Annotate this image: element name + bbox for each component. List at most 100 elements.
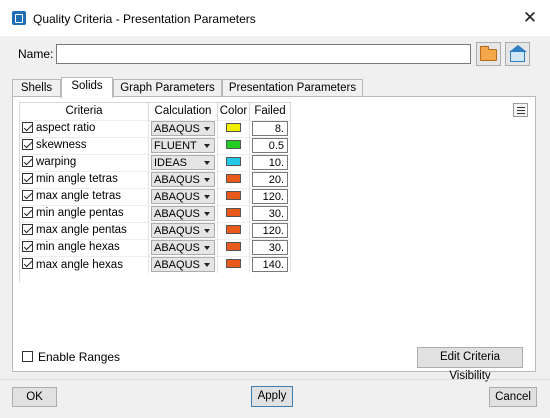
calculation-select[interactable]: ABAQUS [151,223,215,238]
calculation-value: ABAQUS [154,225,200,237]
calculation-select[interactable]: ABAQUS [151,189,215,204]
calculation-cell: ABAQUS [148,221,218,239]
title-bar: Quality Criteria - Presentation Paramete… [0,0,550,36]
criteria-table: Criteria Calculation Color Failed aspect… [20,103,291,273]
col-header-color: Color [217,103,250,120]
save-icon-body [510,51,525,62]
col-header-calculation: Calculation [148,103,218,120]
table-row: max angle hexas ABAQUS 140. [20,255,291,273]
criteria-checkbox[interactable] [22,155,33,167]
color-swatch[interactable] [226,173,241,183]
criteria-checkbox[interactable] [22,138,33,150]
color-swatch[interactable] [226,139,241,149]
calculation-select[interactable]: FLUENT [151,138,215,153]
color-swatch[interactable] [226,122,241,132]
criteria-checkbox[interactable] [22,240,33,252]
criteria-cell: max angle tetras [20,187,149,205]
calculation-select[interactable]: ABAQUS [151,206,215,221]
table-row: skewness FLUENT 0.5 [20,136,291,154]
chevron-down-icon [204,144,210,148]
enable-ranges-label: Enable Ranges [38,350,121,364]
chevron-down-icon [204,178,210,182]
failed-input[interactable]: 120. [252,223,288,238]
color-swatch[interactable] [226,190,241,200]
ok-button[interactable]: OK [12,387,57,407]
calculation-cell: ABAQUS [148,238,218,256]
tab-solids[interactable]: Solids [61,77,113,98]
col-header-criteria: Criteria [20,103,149,120]
failed-cell: 8. [249,119,291,137]
calculation-select[interactable]: ABAQUS [151,257,215,273]
criteria-name: aspect ratio [36,122,96,135]
name-input[interactable] [56,44,471,64]
close-icon[interactable]: ✕ [518,6,542,30]
table-row: max angle tetras ABAQUS 120. [20,187,291,205]
table-row: warping IDEAS 10. [20,153,291,171]
failed-input[interactable]: 20. [252,172,288,187]
failed-cell: 20. [249,170,291,188]
calculation-select[interactable]: ABAQUS [151,172,215,187]
failed-cell: 10. [249,153,291,171]
chevron-down-icon [204,263,210,268]
criteria-grid: Criteria Calculation Color Failed aspect… [19,102,291,282]
calculation-cell: FLUENT [148,136,218,154]
calculation-cell: ABAQUS [148,204,218,222]
failed-input[interactable]: 140. [252,257,288,273]
failed-input[interactable]: 30. [252,240,288,255]
criteria-name: max angle hexas [36,258,123,271]
criteria-cell: skewness [20,136,149,154]
open-folder-button[interactable] [476,42,501,66]
failed-input[interactable]: 8. [252,121,288,136]
criteria-checkbox[interactable] [22,258,33,270]
calculation-select[interactable]: ABAQUS [151,121,215,136]
table-row: max angle pentas ABAQUS 120. [20,221,291,239]
calculation-value: ABAQUS [154,123,200,135]
color-cell [217,136,250,154]
tab-graph-parameters[interactable]: Graph Parameters [113,79,222,97]
failed-input[interactable]: 120. [252,189,288,204]
calculation-cell: ABAQUS [148,119,218,137]
color-cell [217,187,250,205]
table-row: min angle pentas ABAQUS 30. [20,204,291,222]
criteria-cell: min angle pentas [20,204,149,222]
color-swatch[interactable] [226,156,241,166]
tab-shells[interactable]: Shells [12,79,61,97]
color-swatch[interactable] [226,259,241,269]
criteria-name: max angle tetras [36,190,122,203]
calculation-select[interactable]: IDEAS [151,155,215,170]
calculation-value: ABAQUS [154,208,200,220]
color-swatch[interactable] [226,207,241,217]
tab-presentation-parameters[interactable]: Presentation Parameters [222,79,363,97]
criteria-name: min angle hexas [36,241,120,254]
criteria-checkbox[interactable] [22,223,33,235]
criteria-checkbox[interactable] [22,206,33,218]
criteria-cell: min angle hexas [20,238,149,256]
criteria-cell: min angle tetras [20,170,149,188]
edit-criteria-visibility-button[interactable]: Edit Criteria Visibility [417,347,523,382]
criteria-checkbox[interactable] [22,189,33,201]
folder-icon [480,46,497,61]
calculation-select[interactable]: ABAQUS [151,240,215,255]
window-title: Quality Criteria - Presentation Paramete… [33,12,256,26]
color-cell [217,170,250,188]
criteria-checkbox[interactable] [22,172,33,184]
color-swatch[interactable] [226,241,241,251]
enable-ranges-checkbox[interactable] [22,351,33,362]
color-cell [217,153,250,171]
column-menu-icon[interactable] [513,103,528,117]
calculation-value: ABAQUS [154,242,200,254]
criteria-checkbox[interactable] [22,121,33,133]
cancel-button[interactable]: Cancel [489,387,537,407]
calculation-cell: ABAQUS [148,187,218,205]
failed-input[interactable]: 10. [252,155,288,170]
failed-input[interactable]: 0.5 [252,138,288,153]
color-swatch[interactable] [226,224,241,234]
save-button[interactable] [505,42,530,66]
failed-input[interactable]: 30. [252,206,288,221]
apply-button[interactable]: Apply [251,386,293,407]
calculation-cell: ABAQUS [148,255,218,273]
color-cell [217,255,250,273]
criteria-name: min angle tetras [36,173,118,186]
criteria-cell: max angle pentas [20,221,149,239]
criteria-name: min angle pentas [36,207,124,220]
